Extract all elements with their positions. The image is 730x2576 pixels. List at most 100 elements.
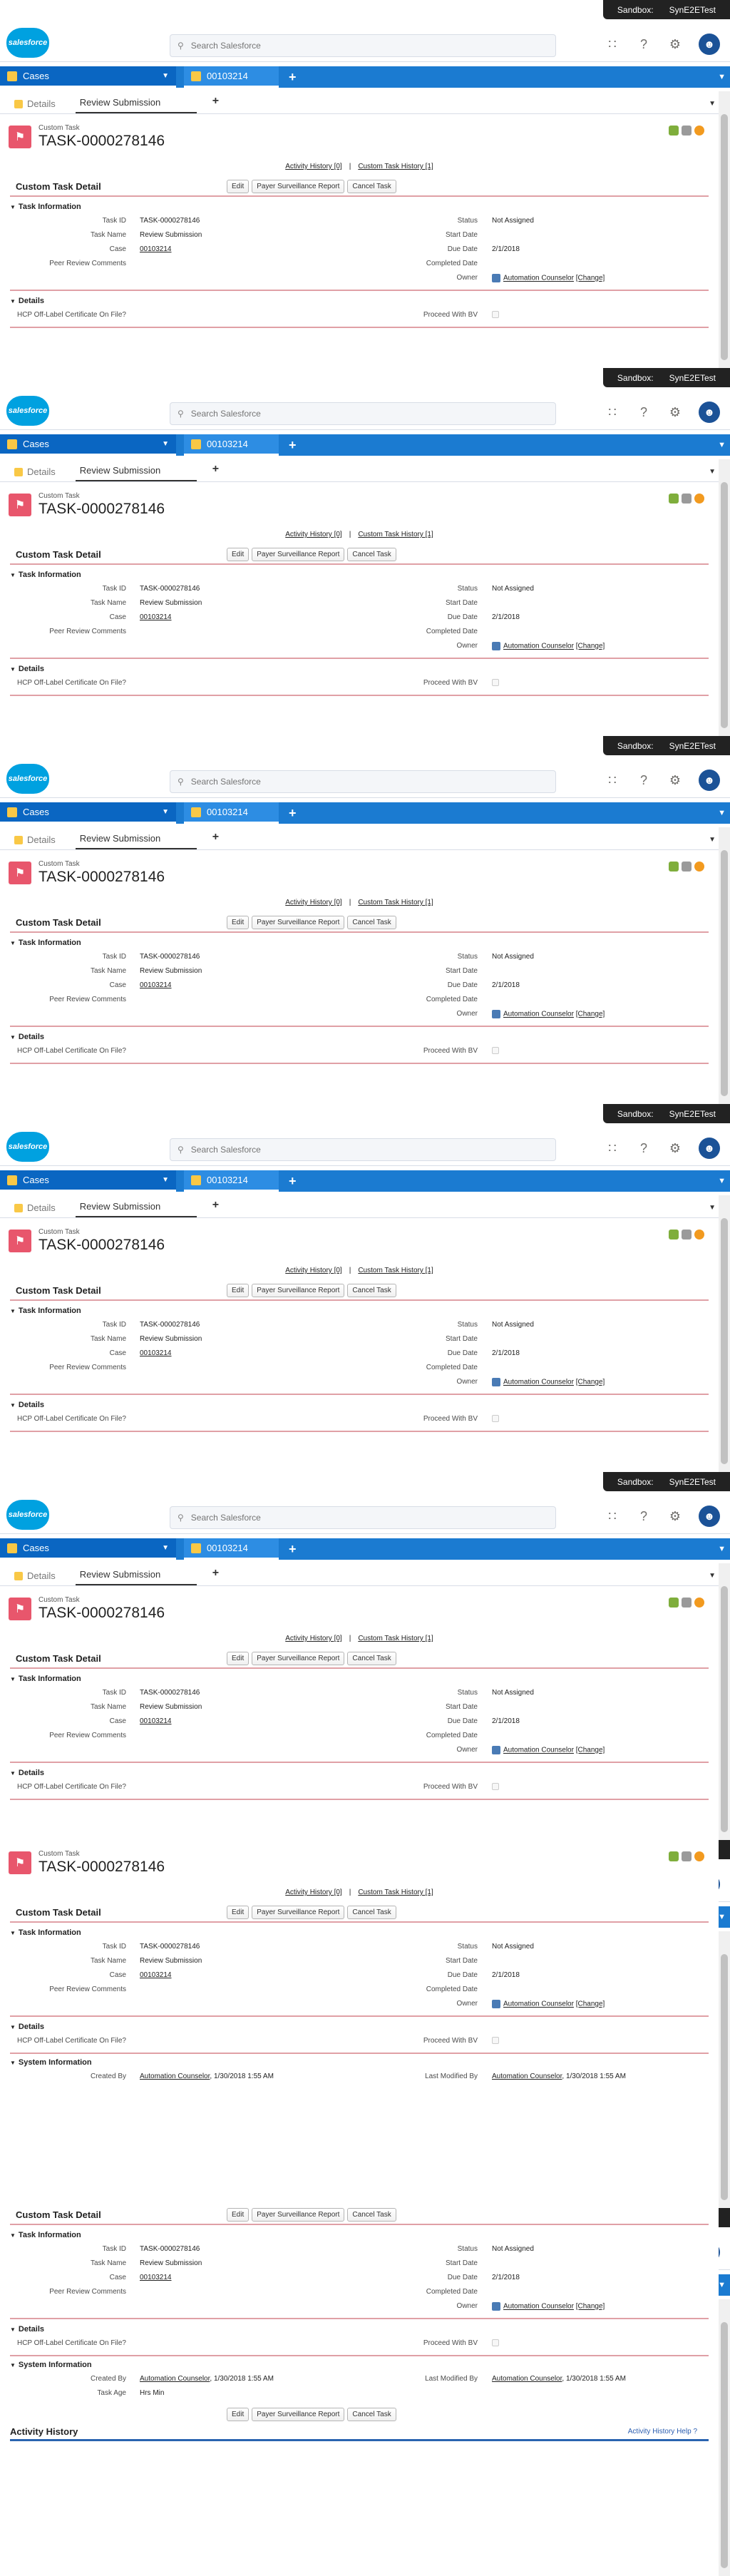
change-owner-link[interactable]: [Change] xyxy=(576,1011,605,1018)
subtab-overflow-icon[interactable]: ▼ xyxy=(709,1204,716,1217)
help-icon[interactable] xyxy=(694,862,704,872)
subtab-overflow-icon[interactable]: ▼ xyxy=(709,468,716,481)
chevron-down-icon[interactable]: ▼ xyxy=(162,808,169,816)
edit-button[interactable]: Edit xyxy=(227,2208,250,2222)
edit-layout-icon[interactable] xyxy=(669,126,679,136)
help-icon[interactable] xyxy=(694,126,704,136)
chevron-down-icon[interactable]: ▼ xyxy=(162,440,169,448)
edit-button[interactable]: Edit xyxy=(227,2408,250,2421)
setup-gear-icon[interactable]: ⚙ xyxy=(667,404,683,420)
add-tab-button[interactable]: + xyxy=(289,1542,297,1557)
tab-overflow-icon[interactable]: ▼ xyxy=(718,809,726,817)
tab-cases[interactable]: Cases ▼ xyxy=(0,1170,176,1192)
add-subtab-button[interactable]: + xyxy=(212,463,219,481)
app-launcher-icon[interactable]: ∷ xyxy=(605,772,620,788)
help-icon[interactable]: ? xyxy=(636,404,652,420)
payer-surveillance-report-button[interactable]: Payer Surveillance Report xyxy=(252,548,345,561)
scrollbar[interactable] xyxy=(719,91,730,368)
custom-task-history-link[interactable]: Custom Task History [1] xyxy=(358,1888,433,1896)
change-owner-link[interactable]: [Change] xyxy=(576,275,605,282)
help-icon[interactable]: ? xyxy=(636,1508,652,1524)
details-section-header[interactable]: ▼ Details xyxy=(10,1033,44,1041)
tab-overflow-icon[interactable]: ▼ xyxy=(718,1545,726,1553)
user-avatar[interactable]: ☻ xyxy=(699,402,720,423)
scrollbar[interactable] xyxy=(719,459,730,736)
scrollbar[interactable] xyxy=(719,827,730,1104)
subtab-review-submission[interactable]: Review Submission xyxy=(75,1569,197,1585)
add-subtab-button[interactable]: + xyxy=(212,1567,219,1585)
scrollbar-thumb[interactable] xyxy=(721,482,728,728)
user-avatar[interactable]: ☻ xyxy=(699,34,720,55)
change-owner-link[interactable]: [Change] xyxy=(576,1747,605,1754)
case-link[interactable]: 00103214 xyxy=(140,981,172,989)
subtab-review-submission[interactable]: Review Submission xyxy=(75,465,197,481)
edit-button[interactable]: Edit xyxy=(227,1284,250,1297)
task-information-header[interactable]: ▼ Task Information xyxy=(10,939,81,947)
salesforce-logo[interactable]: salesforce xyxy=(6,28,49,58)
setup-gear-icon[interactable]: ⚙ xyxy=(667,1140,683,1156)
created-by-link[interactable]: Automation Counselor xyxy=(140,2072,210,2080)
owner-link[interactable]: Automation Counselor xyxy=(503,643,574,650)
details-section-header[interactable]: ▼ Details xyxy=(10,1769,44,1777)
task-information-header[interactable]: ▼ Task Information xyxy=(10,1675,81,1683)
tab-record[interactable]: 00103214 xyxy=(184,1170,279,1192)
owner-link[interactable]: Automation Counselor xyxy=(503,1011,574,1018)
print-icon[interactable] xyxy=(682,494,692,504)
custom-task-history-link[interactable]: Custom Task History [1] xyxy=(358,1267,433,1274)
tab-record[interactable]: 00103214 xyxy=(184,802,279,824)
scrollbar[interactable] xyxy=(719,2299,730,2576)
case-link[interactable]: 00103214 xyxy=(140,613,172,621)
modified-by-link[interactable]: Automation Counselor xyxy=(492,2072,562,2080)
edit-button[interactable]: Edit xyxy=(227,548,250,561)
activity-history-link[interactable]: Activity History [0] xyxy=(285,163,341,170)
scrollbar-thumb[interactable] xyxy=(721,114,728,360)
user-avatar[interactable]: ☻ xyxy=(699,770,720,791)
search-input[interactable] xyxy=(190,777,533,787)
task-information-header[interactable]: ▼ Task Information xyxy=(10,203,81,211)
add-subtab-button[interactable]: + xyxy=(212,831,219,849)
owner-link[interactable]: Automation Counselor xyxy=(503,2303,574,2311)
setup-gear-icon[interactable]: ⚙ xyxy=(667,36,683,52)
scrollbar-thumb[interactable] xyxy=(721,850,728,1096)
print-icon[interactable] xyxy=(682,1598,692,1608)
app-launcher-icon[interactable]: ∷ xyxy=(605,1508,620,1524)
scrollbar[interactable] xyxy=(719,1931,730,2208)
details-section-header[interactable]: ▼ Details xyxy=(10,665,44,673)
scrollbar-thumb[interactable] xyxy=(721,1218,728,1464)
subtab-details[interactable]: Details xyxy=(10,834,60,849)
custom-task-history-link[interactable]: Custom Task History [1] xyxy=(358,899,433,906)
add-subtab-button[interactable]: + xyxy=(212,95,219,113)
help-icon[interactable]: ? xyxy=(636,1140,652,1156)
salesforce-logo[interactable]: salesforce xyxy=(6,1500,49,1530)
add-tab-button[interactable]: + xyxy=(289,70,297,85)
payer-surveillance-report-button[interactable]: Payer Surveillance Report xyxy=(252,1906,345,1919)
edit-button[interactable]: Edit xyxy=(227,180,250,193)
subtab-review-submission[interactable]: Review Submission xyxy=(75,1201,197,1217)
created-by-link[interactable]: Automation Counselor xyxy=(140,2375,210,2383)
chevron-down-icon[interactable]: ▼ xyxy=(162,1176,169,1184)
task-information-header[interactable]: ▼ Task Information xyxy=(10,1928,81,1937)
owner-link[interactable]: Automation Counselor xyxy=(503,1379,574,1386)
tab-record[interactable]: 00103214 xyxy=(184,1538,279,1560)
task-information-header[interactable]: ▼ Task Information xyxy=(10,1307,81,1315)
owner-link[interactable]: Automation Counselor xyxy=(503,2000,574,2008)
case-link[interactable]: 00103214 xyxy=(140,1349,172,1357)
tab-record[interactable]: 00103214 xyxy=(184,434,279,456)
subtab-review-submission[interactable]: Review Submission xyxy=(75,833,197,849)
tab-overflow-icon[interactable]: ▼ xyxy=(718,2281,726,2289)
subtab-details[interactable]: Details xyxy=(10,98,60,113)
subtab-overflow-icon[interactable]: ▼ xyxy=(709,100,716,113)
activity-history-link[interactable]: Activity History [0] xyxy=(285,1635,341,1642)
activity-history-link[interactable]: Activity History [0] xyxy=(285,531,341,538)
payer-surveillance-report-button[interactable]: Payer Surveillance Report xyxy=(252,1284,345,1297)
activity-history-help[interactable]: Activity History Help ? xyxy=(628,2428,697,2436)
help-icon[interactable] xyxy=(694,1851,704,1861)
change-owner-link[interactable]: [Change] xyxy=(576,2303,605,2311)
edit-layout-icon[interactable] xyxy=(669,1598,679,1608)
help-icon[interactable]: ? xyxy=(636,772,652,788)
details-section-header[interactable]: ▼ Details xyxy=(10,1401,44,1409)
task-information-header[interactable]: ▼ Task Information xyxy=(10,571,81,579)
task-information-header[interactable]: ▼ Task Information xyxy=(10,2231,81,2239)
cancel-task-button[interactable]: Cancel Task xyxy=(347,2408,396,2421)
activity-history-link[interactable]: Activity History [0] xyxy=(285,899,341,906)
